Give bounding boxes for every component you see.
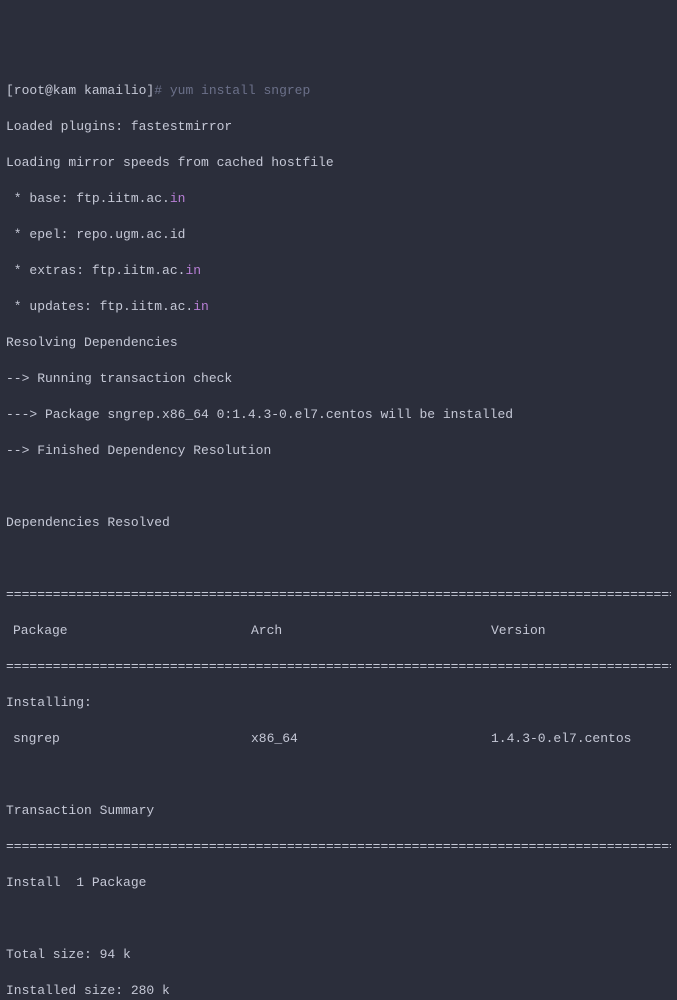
- output-loaded-plugins: Loaded plugins: fastestmirror: [6, 118, 671, 136]
- blank-line-2: [6, 550, 671, 568]
- row-arch: x86_64: [251, 730, 491, 748]
- install-count: Install 1 Package: [6, 874, 671, 892]
- transaction-summary: Transaction Summary: [6, 802, 671, 820]
- mirror-base-line: * base: ftp.iitm.ac.in: [6, 190, 671, 208]
- total-size: Total size: 94 k: [6, 946, 671, 964]
- mirror-base-suffix: in: [170, 191, 186, 206]
- divider-mid: ========================================…: [6, 658, 671, 676]
- header-package: Package: [6, 622, 251, 640]
- installed-size: Installed size: 280 k: [6, 982, 671, 1000]
- mirror-epel-line: * epel: repo.ugm.ac.id: [6, 226, 671, 244]
- running-check: --> Running transaction check: [6, 370, 671, 388]
- table-header-row: PackageArchVersion: [6, 622, 671, 640]
- header-arch: Arch: [251, 622, 491, 640]
- prompt-command: yum install sngrep: [162, 83, 310, 98]
- row-version: 1.4.3-0.el7.centos: [491, 730, 671, 748]
- mirror-updates-line: * updates: ftp.iitm.ac.in: [6, 298, 671, 316]
- divider-top: ========================================…: [6, 586, 671, 604]
- row-package-name: sngrep: [6, 730, 251, 748]
- mirror-extras-line: * extras: ftp.iitm.ac.in: [6, 262, 671, 280]
- blank-line-1: [6, 478, 671, 496]
- deps-resolved: Dependencies Resolved: [6, 514, 671, 532]
- blank-line-4: [6, 910, 671, 928]
- mirror-updates-suffix: in: [193, 299, 209, 314]
- table-row: sngrepx86_641.4.3-0.el7.centos: [6, 730, 671, 748]
- prompt-user-host: [root@kam kamailio]: [6, 83, 154, 98]
- mirror-base-prefix: * base: ftp.iitm.ac.: [6, 191, 170, 206]
- divider-bottom: ========================================…: [6, 838, 671, 856]
- package-install-line: ---> Package sngrep.x86_64 0:1.4.3-0.el7…: [6, 406, 671, 424]
- blank-line-3: [6, 766, 671, 784]
- mirror-extras-prefix: * extras: ftp.iitm.ac.: [6, 263, 185, 278]
- header-version: Version: [491, 622, 671, 640]
- mirror-extras-suffix: in: [185, 263, 201, 278]
- installing-label: Installing:: [6, 694, 671, 712]
- prompt-line: [root@kam kamailio]# yum install sngrep: [6, 82, 671, 100]
- resolving-deps: Resolving Dependencies: [6, 334, 671, 352]
- output-loading-mirror: Loading mirror speeds from cached hostfi…: [6, 154, 671, 172]
- prompt-hash: #: [154, 83, 162, 98]
- finished-resolution: --> Finished Dependency Resolution: [6, 442, 671, 460]
- mirror-updates-prefix: * updates: ftp.iitm.ac.: [6, 299, 193, 314]
